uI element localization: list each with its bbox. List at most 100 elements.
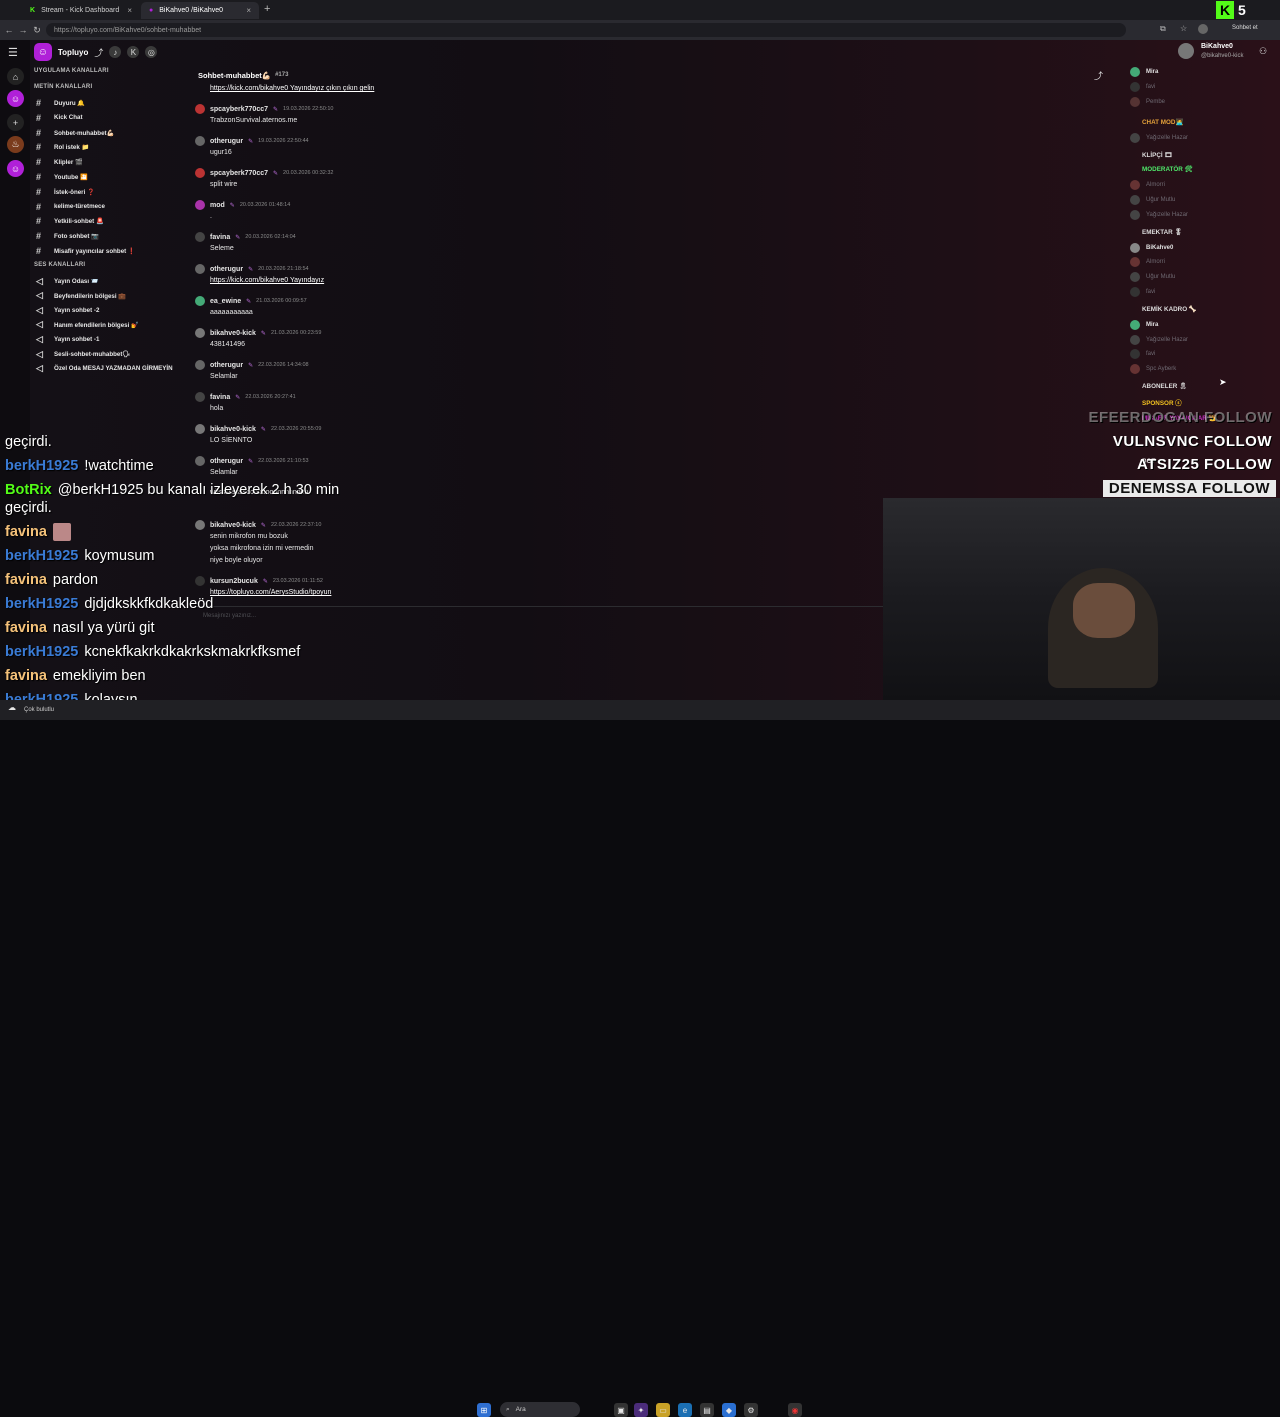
sidebar-item-voice-channel[interactable]: ◁ Yayın Odası 📨	[36, 274, 99, 288]
member-item[interactable]: favi	[1130, 285, 1155, 299]
members-icon[interactable]: ⚇	[1259, 46, 1267, 57]
user-avatar[interactable]	[195, 328, 205, 338]
settings-icon[interactable]: ⚙	[744, 1403, 758, 1417]
member-item[interactable]: Yağızelle Hazar	[1130, 208, 1188, 222]
member-item[interactable]: Mira	[1130, 318, 1158, 332]
message-username[interactable]: kursun2bucuk	[210, 578, 258, 585]
member-item[interactable]: Almorri	[1130, 178, 1165, 192]
file-explorer-icon[interactable]: ▭	[656, 1403, 670, 1417]
home-icon[interactable]: ⌂	[7, 68, 24, 85]
taskbar-search[interactable]: ⌕ Ara	[500, 1402, 580, 1417]
close-tab-icon[interactable]: ×	[127, 6, 132, 15]
message-username[interactable]: spcayberk770cc7	[210, 170, 268, 177]
extensions-icon[interactable]: ⧉	[1160, 24, 1166, 34]
message-username[interactable]: bikahve0-kick	[210, 522, 256, 529]
sidebar-item-text-channel[interactable]: # Youtube 🎦	[36, 170, 88, 184]
weather-icon[interactable]: ☁	[8, 703, 16, 712]
sidebar-item-text-channel[interactable]: # Duyuru 🔔	[36, 96, 85, 110]
reload-icon[interactable]: ↻	[30, 25, 44, 36]
user-avatar[interactable]	[195, 264, 205, 274]
member-item[interactable]: favi	[1130, 80, 1155, 94]
message-username[interactable]: otherugur	[210, 266, 243, 273]
message-composer[interactable]: Mesajınızı yazınız...	[195, 606, 883, 636]
member-item[interactable]: Almorri	[1130, 255, 1165, 269]
member-item[interactable]: Uğur Mutlu	[1130, 193, 1175, 207]
message-username[interactable]: otherugur	[210, 362, 243, 369]
user-avatar[interactable]	[195, 576, 205, 586]
task-view-icon[interactable]: ▣	[614, 1403, 628, 1417]
message-link[interactable]: https://topluyo.com/AerysStudio/tpoyun	[210, 587, 895, 599]
kick-icon[interactable]: K	[127, 46, 140, 58]
message-link[interactable]: https://kick.com/bikahve0 Yayındayız	[210, 275, 895, 287]
profile-avatar[interactable]	[1198, 24, 1208, 34]
member-item[interactable]: Mira	[1130, 65, 1158, 79]
tiktok-icon[interactable]: ♪	[109, 46, 122, 58]
sidebar-item-voice-channel[interactable]: ◁ Yayın sohbet -1	[36, 332, 99, 346]
sidebar-item-text-channel[interactable]: # Yetkili-sohbet 🚨	[36, 214, 104, 228]
user-avatar[interactable]	[195, 360, 205, 370]
message-username[interactable]: bikahve0-kick	[210, 330, 256, 337]
back-icon[interactable]: ←	[2, 25, 16, 35]
server-icon-2[interactable]: ♨	[7, 136, 24, 153]
edge-icon[interactable]: e	[678, 1403, 692, 1417]
user-avatar[interactable]	[195, 392, 205, 402]
share-icon[interactable]: ⤴	[94, 46, 103, 59]
message-username[interactable]: ea_ewine	[210, 298, 241, 305]
user-avatar[interactable]	[195, 424, 205, 434]
member-item[interactable]: Uğur Mutlu	[1130, 270, 1175, 284]
copilot-label[interactable]: Sohbet et	[1232, 25, 1258, 31]
message-username[interactable]: spcayberk770cc7	[210, 106, 268, 113]
favorites-icon[interactable]: ☆	[1180, 24, 1187, 33]
message-username[interactable]: favina	[210, 234, 230, 241]
sidebar-item-text-channel[interactable]: # Misafir yayıncılar sohbet ❗	[36, 244, 136, 258]
instagram-icon[interactable]: ◎	[145, 46, 158, 58]
user-avatar[interactable]	[195, 456, 205, 466]
store-icon[interactable]: ▤	[700, 1403, 714, 1417]
server-icon[interactable]: ☺	[7, 90, 24, 107]
share-channel-icon[interactable]: ⤴	[1094, 69, 1103, 82]
close-tab-icon[interactable]: ×	[246, 6, 251, 15]
sidebar-item-voice-channel[interactable]: ◁ Hanım efendilerin bölgesi 💅	[36, 318, 139, 332]
start-icon[interactable]: ⊞	[477, 1403, 491, 1417]
server-icon-3[interactable]: ☺	[7, 160, 24, 177]
user-avatar[interactable]	[195, 232, 205, 242]
user-avatar[interactable]	[195, 520, 205, 530]
tab-bikahve0[interactable]: ● BiKahve0 /BiKahve0 ×	[141, 2, 259, 19]
sidebar-item-text-channel[interactable]: # Klipler 🎬	[36, 155, 83, 169]
sidebar-item-voice-channel[interactable]: ◁ Özel Oda MESAJ YAZMADAN GİRMEYİN	[36, 362, 173, 376]
sidebar-item-text-channel[interactable]: # İstek-öneri ❓	[36, 185, 95, 199]
member-item[interactable]: favi	[1130, 347, 1155, 361]
user-avatar[interactable]	[195, 296, 205, 306]
sidebar-item-voice-channel[interactable]: ◁ Yayın sohbet -2	[36, 303, 99, 317]
obs-icon[interactable]: ◉	[788, 1403, 802, 1417]
sidebar-item-text-channel[interactable]: # Sohbet-muhabbet💪🏻	[36, 126, 114, 140]
member-item[interactable]: Pembe	[1130, 95, 1165, 109]
menu-icon[interactable]: ☰	[8, 46, 18, 59]
sidebar-item-text-channel[interactable]: # Kick Chat	[36, 111, 83, 125]
message-username[interactable]: favina	[210, 394, 230, 401]
message-username[interactable]: bikahve0-kick	[210, 426, 256, 433]
tab-kick-dashboard[interactable]: K Stream - Kick Dashboard ×	[22, 2, 140, 19]
user-avatar[interactable]	[195, 200, 205, 210]
member-item[interactable]: BiKahve0	[1130, 241, 1173, 255]
message-username[interactable]: otherugur	[210, 458, 243, 465]
app-icon[interactable]: ◆	[722, 1403, 736, 1417]
sidebar-item-voice-channel[interactable]: ◁ Beyfendilerin bölgesi 💼	[36, 289, 126, 303]
user-avatar[interactable]	[1178, 43, 1194, 59]
sidebar-item-voice-channel[interactable]: ◁ Sesli-sohbet-muhabbet🗣	[36, 347, 130, 361]
copilot-icon[interactable]: ✦	[634, 1403, 648, 1417]
sidebar-item-text-channel[interactable]: # kelime-türetmece	[36, 200, 105, 214]
member-item[interactable]: Yağızelle Hazar	[1130, 131, 1188, 145]
user-avatar[interactable]	[195, 104, 205, 114]
sidebar-item-text-channel[interactable]: # Rol istek 📁	[36, 140, 89, 154]
message-username[interactable]: mod	[210, 202, 225, 209]
member-item[interactable]: Spc Ayberk	[1130, 362, 1176, 376]
url-field[interactable]: https://topluyo.com/BiKahve0/sohbet-muha…	[46, 23, 1126, 37]
user-avatar[interactable]	[195, 136, 205, 146]
forward-icon[interactable]: →	[16, 25, 30, 35]
new-tab-button[interactable]: +	[264, 3, 270, 15]
member-item[interactable]: Yağızelle Hazar	[1130, 333, 1188, 347]
sidebar-item-text-channel[interactable]: # Foto sohbet 📷	[36, 229, 99, 243]
user-avatar[interactable]	[195, 168, 205, 178]
message-username[interactable]: otherugur	[210, 138, 243, 145]
